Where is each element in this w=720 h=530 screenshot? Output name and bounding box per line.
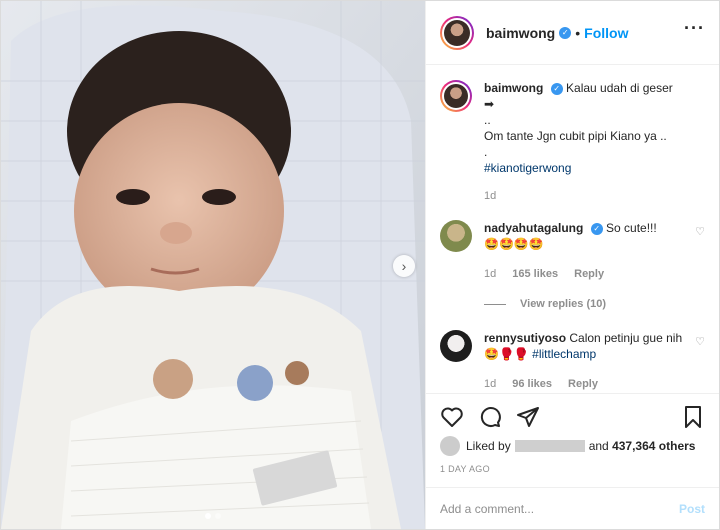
comment-time: 1d [484, 268, 497, 280]
liked-by-and: and [588, 439, 609, 453]
post-photo[interactable]: › [1, 1, 425, 529]
comment-body: rennysutiyoso Calon petinju gue nih 🤩🥊🥊 … [484, 330, 705, 392]
chevron-right-icon: › [401, 258, 407, 274]
caption-hashtag[interactable]: #kianotigerwong [484, 161, 571, 175]
comment-hashtag[interactable]: #littlechamp [532, 347, 596, 361]
caption-body: baimwong ✓ Kalau udah di geser ➡ .. Om t… [484, 80, 705, 204]
comment-like-heart-icon[interactable]: ♡ [695, 334, 705, 350]
comment-meta: 1d 165 likes Reply [484, 266, 685, 282]
caption-line2: .. [484, 113, 491, 127]
follow-button[interactable]: Follow [584, 25, 628, 41]
carousel-dot [215, 513, 221, 519]
next-slide-button[interactable]: › [393, 255, 415, 277]
verified-badge-icon: ✓ [550, 83, 563, 95]
add-comment-bar: Post [426, 487, 719, 529]
view-replies-button[interactable]: View replies (10) [484, 298, 705, 310]
carousel-indicator [1, 513, 425, 519]
ellipsis-icon[interactable]: ··· [684, 19, 705, 37]
separator-bullet: • [575, 24, 581, 41]
comment-emoji: 🤩🥊🥊 [484, 347, 529, 361]
reply-button[interactable]: Reply [568, 376, 598, 392]
verified-badge-icon: ✓ [590, 223, 603, 235]
post-comment-button[interactable]: Post [679, 502, 705, 516]
commenter-avatar[interactable] [440, 220, 472, 252]
liker-username-redacted [514, 440, 585, 452]
commenter-avatar[interactable] [440, 330, 472, 362]
bookmark-icon[interactable] [681, 405, 705, 429]
view-replies-label[interactable]: View replies (10) [520, 298, 606, 310]
comment-body: nadyahutagalung ✓ So cute!!! 🤩🤩🤩🤩 ♡ 1d 1… [484, 220, 705, 282]
caption-line3: Om tante Jgn cubit pipi Kiano ya .. [484, 129, 667, 143]
likes-count[interactable]: 437,364 others [612, 439, 695, 453]
comment-emoji: 🤩🤩🤩🤩 [484, 237, 544, 251]
comment-time: 1d [484, 378, 497, 390]
comments-section: baimwong ✓ Kalau udah di geser ➡ .. Om t… [426, 66, 719, 392]
comment-likes[interactable]: 96 likes [512, 376, 552, 392]
comment-item: rennysutiyoso Calon petinju gue nih 🤩🥊🥊 … [440, 330, 705, 392]
comment-item: nadyahutagalung ✓ So cute!!! 🤩🤩🤩🤩 ♡ 1d 1… [440, 220, 705, 282]
comment-like-heart-icon[interactable]: ♡ [695, 224, 705, 240]
comment-input[interactable] [440, 501, 679, 516]
heart-icon[interactable] [440, 405, 464, 429]
reply-button[interactable]: Reply [574, 266, 604, 282]
comment-username[interactable]: nadyahutagalung [484, 221, 583, 235]
likes-summary: Liked by and 437,364 others [440, 436, 705, 456]
author-avatar[interactable] [440, 15, 474, 50]
comment-text: So cute!!! [606, 221, 657, 235]
comment-username[interactable]: rennysutiyoso [484, 331, 566, 345]
caption-line4: . [484, 145, 488, 159]
share-icon[interactable] [516, 405, 540, 429]
replies-divider [484, 303, 506, 305]
comment-likes[interactable]: 165 likes [512, 266, 558, 282]
comment-meta: 1d 96 likes Reply [484, 376, 685, 392]
comment-icon[interactable] [478, 405, 502, 429]
caption-avatar[interactable] [440, 80, 472, 112]
action-icons [440, 404, 705, 430]
baby-photo-illustration [1, 1, 425, 529]
liker-avatar[interactable] [440, 436, 460, 456]
post-side-panel: baimwong ✓ • Follow ··· baimwong ✓ Kalau… [425, 1, 719, 529]
instagram-post: › baimwong ✓ • Follow ··· baimwong ✓ Kal… [0, 0, 720, 530]
post-timestamp: 1 DAY AGO [440, 464, 490, 474]
caption: baimwong ✓ Kalau udah di geser ➡ .. Om t… [440, 80, 705, 204]
carousel-dot-active [205, 513, 211, 519]
author-username[interactable]: baimwong [486, 25, 555, 41]
post-actions: Liked by and 437,364 others 1 DAY AGO [426, 393, 719, 474]
caption-username[interactable]: baimwong [484, 81, 543, 95]
caption-time: 1d [484, 190, 497, 202]
liked-by-prefix: Liked by [466, 439, 511, 453]
verified-badge-icon: ✓ [559, 26, 572, 39]
post-header: baimwong ✓ • Follow ··· [426, 1, 719, 65]
comment-text: Calon petinju gue nih [569, 331, 683, 345]
caption-meta: 1d [484, 188, 685, 204]
